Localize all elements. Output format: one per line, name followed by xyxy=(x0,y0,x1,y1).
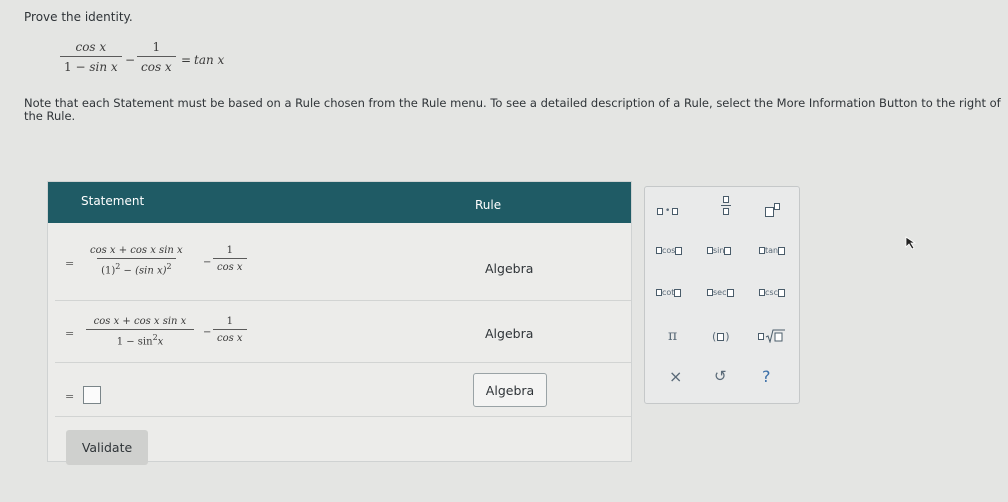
row-equals: = xyxy=(65,257,75,270)
statement-fraction: cos x + cos x sin x (1)2 − (sin x)2 xyxy=(86,245,187,276)
math-palette: • cos sin tan cot sec csc π () × ↺ ? xyxy=(644,186,800,404)
statement-den-minus: − xyxy=(123,265,132,277)
statement-den-b-exp: 2 xyxy=(166,262,172,271)
identity-equals: = xyxy=(181,53,192,67)
multiply-dot-button[interactable]: • xyxy=(657,206,679,216)
statement-frac2-den: cos x xyxy=(217,262,243,273)
statement-input[interactable] xyxy=(83,386,101,404)
csc-button[interactable]: csc xyxy=(759,288,785,297)
identity-fraction-2: 1 cos x xyxy=(137,40,176,74)
statement-frac2-den: cos x xyxy=(217,333,243,344)
paren-open-label: ( xyxy=(712,330,717,343)
exponent-button[interactable] xyxy=(765,202,780,217)
identity-minus: − xyxy=(125,53,136,67)
statement-den-a: (1) xyxy=(101,265,116,277)
header-statement: Statement xyxy=(81,194,145,208)
statement-minus: − xyxy=(203,257,212,268)
cot-label: cot xyxy=(662,288,675,297)
paren-close-label: ) xyxy=(725,330,730,343)
square-root-button[interactable] xyxy=(758,329,785,343)
row-divider xyxy=(55,362,631,363)
sin-label: sin xyxy=(713,246,725,255)
cos-label: cos xyxy=(662,246,676,255)
rule-select-button[interactable]: Algebra xyxy=(473,373,547,407)
identity-den1-b: sin x xyxy=(89,60,118,74)
header-rule: Rule xyxy=(475,198,502,212)
identity-den2: cos x xyxy=(141,60,172,74)
row-divider xyxy=(55,300,631,301)
sin-button[interactable]: sin xyxy=(707,246,732,255)
identity-den1-minus: − xyxy=(75,60,86,74)
sec-button[interactable]: sec xyxy=(707,288,734,297)
statement-den: 1 − sin xyxy=(116,336,153,348)
statement-frac2-num: 1 xyxy=(226,316,233,327)
undo-icon[interactable]: ↺ xyxy=(714,367,727,385)
row-divider xyxy=(55,416,631,417)
identity-den1-a: 1 xyxy=(64,60,72,74)
statement-fraction-2: 1 cos x xyxy=(213,245,247,273)
statement-minus: − xyxy=(203,327,212,338)
help-icon[interactable]: ? xyxy=(762,367,771,386)
validate-button[interactable]: Validate xyxy=(66,430,148,465)
pi-button[interactable]: π xyxy=(668,328,677,344)
statement-frac2-num: 1 xyxy=(226,245,233,256)
fraction-button[interactable] xyxy=(721,196,731,215)
identity-fraction-1: cos x 1 − sin x xyxy=(60,40,122,74)
rule-value[interactable]: Algebra xyxy=(485,326,533,341)
proof-table: Statement Rule = cos x + cos x sin x (1)… xyxy=(47,181,632,465)
statement-den-a-exp: 2 xyxy=(115,262,121,271)
identity-num1: cos x xyxy=(75,40,107,54)
table-header: Statement Rule xyxy=(48,182,631,223)
rule-value[interactable]: Algebra xyxy=(485,261,533,276)
row-equals: = xyxy=(65,390,75,403)
cot-button[interactable]: cot xyxy=(656,288,682,297)
csc-label: csc xyxy=(765,288,778,297)
identity-rhs: tan x xyxy=(194,53,225,67)
cos-button[interactable]: cos xyxy=(656,246,683,255)
row-equals: = xyxy=(65,327,75,340)
parentheses-button[interactable]: () xyxy=(712,330,730,343)
statement-den-var: x xyxy=(157,336,164,348)
sec-label: sec xyxy=(713,288,727,297)
mouse-cursor-icon xyxy=(905,236,917,250)
tan-label: tan xyxy=(765,246,779,255)
statement-den-b: (sin x) xyxy=(135,265,167,277)
statement-numerator: cos x + cos x sin x xyxy=(93,316,187,327)
statement-fraction-2: 1 cos x xyxy=(213,316,247,344)
statement-fraction: cos x + cos x sin x 1 − sin2x xyxy=(86,316,194,347)
prompt-text: Prove the identity. xyxy=(24,10,133,24)
identity-num2: 1 xyxy=(152,40,161,54)
clear-button[interactable]: × xyxy=(669,367,682,386)
instructions-note: Note that each Statement must be based o… xyxy=(24,96,1001,123)
statement-numerator: cos x + cos x sin x xyxy=(90,245,183,256)
tan-button[interactable]: tan xyxy=(759,246,786,255)
